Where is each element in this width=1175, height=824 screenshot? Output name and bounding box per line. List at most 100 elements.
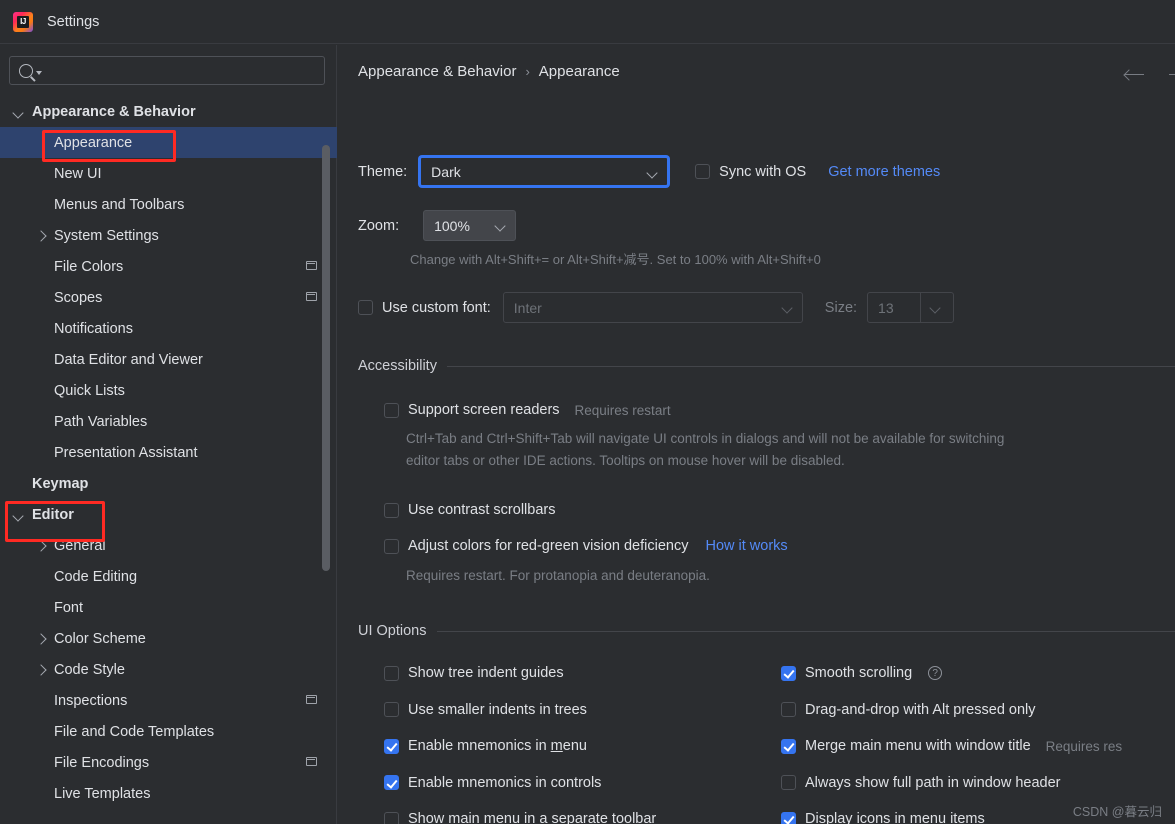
sidebar-item-menus-and-toolbars[interactable]: Menus and Toolbars (0, 189, 337, 220)
sidebar-item-notifications[interactable]: Notifications (0, 313, 337, 344)
sidebar-item-path-variables[interactable]: Path Variables (0, 406, 337, 437)
sidebar-item-system-settings[interactable]: System Settings (0, 220, 337, 251)
chevron-down-icon[interactable] (12, 105, 25, 118)
ui-option-row[interactable]: Enable mnemonics in menu (384, 728, 656, 765)
use-contrast-scrollbars-checkbox[interactable] (384, 502, 399, 518)
sidebar-item-general[interactable]: General (0, 530, 337, 561)
red-green-deficiency-checkbox[interactable] (384, 538, 399, 554)
search-box[interactable] (9, 56, 325, 85)
custom-font-dropdown: Inter (502, 292, 803, 323)
ui-option-row[interactable]: Merge main menu with window title Require… (781, 728, 1122, 765)
sidebar-item-label: Color Scheme (54, 630, 146, 647)
use-custom-font-group[interactable]: Use custom font: (358, 300, 491, 316)
ui-option-label: Smooth scrolling (805, 665, 913, 682)
support-screen-readers-checkbox[interactable] (384, 402, 399, 418)
arrow-right-icon[interactable] (1167, 68, 1175, 82)
sidebar-item-quick-lists[interactable]: Quick Lists (0, 375, 337, 406)
ui-option-row[interactable]: Show main menu in a separate toolbar (384, 801, 656, 824)
accessibility-title: Accessibility (358, 358, 437, 374)
use-custom-font-checkbox[interactable] (358, 300, 373, 315)
red-green-description: Requires restart. For protanopia and deu… (406, 568, 710, 583)
sidebar-item-label: Live Templates (54, 785, 151, 802)
ui-option-label: Merge main menu with window title (805, 738, 1031, 755)
sidebar-item-label: Inspections (54, 692, 128, 709)
sidebar-item-file-colors[interactable]: File Colors (0, 251, 337, 282)
settings-sidebar: Appearance & Behavior Appearance New UI Men… (0, 45, 337, 824)
ui-option-checkbox[interactable] (384, 738, 399, 754)
sync-with-os-row[interactable]: Sync with OS (695, 164, 806, 180)
red-green-deficiency-row[interactable]: Adjust colors for red-green vision defic… (384, 538, 788, 554)
help-question-icon[interactable]: ? (928, 666, 943, 681)
ui-option-row[interactable]: Show tree indent guides (384, 655, 656, 692)
ui-option-row[interactable]: Enable mnemonics in controls (384, 765, 656, 802)
how-it-works-link[interactable]: How it works (705, 538, 787, 554)
ui-option-row[interactable]: Always show full path in window header (781, 765, 1122, 802)
breadcrumb-root[interactable]: Appearance & Behavior (358, 63, 516, 80)
sidebar-item-live-templates[interactable]: Live Templates (0, 778, 337, 809)
sidebar-item-color-scheme[interactable]: Color Scheme (0, 623, 337, 654)
sidebar-item-label: File Colors (54, 258, 124, 275)
accessibility-section-header: Accessibility (358, 358, 1175, 374)
sync-with-os-checkbox[interactable] (695, 164, 711, 179)
chevron-down-icon (646, 167, 658, 179)
ui-option-checkbox[interactable] (781, 702, 796, 718)
chevron-right-icon[interactable] (34, 663, 47, 676)
ui-option-row[interactable]: Use smaller indents in trees (384, 692, 656, 729)
ui-option-checkbox[interactable] (384, 665, 399, 681)
ui-option-row[interactable]: Display icons in menu items (781, 801, 1122, 824)
zoom-dropdown[interactable]: 100% (423, 210, 517, 241)
chevron-right-icon[interactable] (34, 632, 47, 645)
sidebar-item-data-editor-and-viewer[interactable]: Data Editor and Viewer (0, 344, 337, 375)
navigation-arrows (1123, 68, 1175, 82)
requires-restart-note: Requires restart (574, 402, 671, 418)
zoom-value: 100% (434, 217, 470, 234)
sidebar-item-label: Notifications (54, 320, 133, 337)
ui-options-title: UI Options (358, 623, 427, 639)
sidebar-item-appearance[interactable]: Appearance (0, 127, 337, 158)
sidebar-item-keymap[interactable]: Keymap (0, 468, 337, 499)
sidebar-item-editor[interactable]: Editor (0, 499, 337, 530)
get-more-themes-link[interactable]: Get more themes (828, 164, 940, 180)
section-divider (446, 365, 1175, 367)
ui-option-label: Always show full path in window header (805, 774, 1061, 791)
ui-option-checkbox[interactable] (781, 738, 796, 754)
sidebar-item-file-encodings[interactable]: File Encodings (0, 747, 337, 778)
sidebar-item-inspections[interactable]: Inspections (0, 685, 337, 716)
intellij-idea-logo-icon: IJ (13, 11, 33, 32)
support-screen-readers-row[interactable]: Support screen readers Requires restart (384, 402, 671, 418)
chevron-right-icon[interactable] (34, 229, 47, 242)
search-input[interactable] (42, 63, 324, 78)
ui-option-checkbox[interactable] (384, 811, 399, 824)
sidebar-item-presentation-assistant[interactable]: Presentation Assistant (0, 437, 337, 468)
chevron-down-icon[interactable] (12, 508, 25, 521)
ui-options-right-column: Smooth scrolling? Drag-and-drop with Alt … (781, 655, 1122, 824)
font-size-label: Size: (824, 299, 858, 316)
ui-option-checkbox[interactable] (384, 775, 399, 791)
sidebar-item-new-ui[interactable]: New UI (0, 158, 337, 189)
use-contrast-scrollbars-row[interactable]: Use contrast scrollbars (384, 502, 555, 518)
sidebar-scrollbar-thumb[interactable] (322, 145, 330, 571)
ui-option-checkbox[interactable] (384, 702, 399, 718)
ui-option-checkbox[interactable] (781, 811, 796, 824)
ui-option-checkbox[interactable] (781, 775, 796, 791)
ui-option-label: Use smaller indents in trees (408, 701, 587, 718)
ui-option-row[interactable]: Smooth scrolling? (781, 655, 1122, 692)
ui-option-label: Show main menu in a separate toolbar (408, 811, 657, 824)
ui-option-row[interactable]: Drag-and-drop with Alt pressed only (781, 692, 1122, 729)
sidebar-item-code-editing[interactable]: Code Editing (0, 561, 337, 592)
chevron-right-icon[interactable] (34, 539, 47, 552)
sidebar-item-label: Data Editor and Viewer (54, 351, 203, 368)
ui-option-checkbox[interactable] (781, 665, 796, 681)
sidebar-item-file-and-code-templates[interactable]: File and Code Templates (0, 716, 337, 747)
sidebar-item-label: Scopes (54, 289, 103, 306)
ui-options-section-header: UI Options (358, 623, 1175, 639)
sidebar-item-code-style[interactable]: Code Style (0, 654, 337, 685)
sidebar-item-label: General (54, 537, 106, 554)
sidebar-item-font[interactable]: Font (0, 592, 337, 623)
sidebar-item-label: System Settings (54, 227, 159, 244)
arrow-left-icon[interactable] (1123, 68, 1145, 82)
ui-option-label: Drag-and-drop with Alt pressed only (805, 701, 1036, 718)
sidebar-item-appearance-behavior[interactable]: Appearance & Behavior (0, 96, 337, 127)
sidebar-item-scopes[interactable]: Scopes (0, 282, 337, 313)
theme-dropdown[interactable]: Dark (419, 156, 670, 187)
